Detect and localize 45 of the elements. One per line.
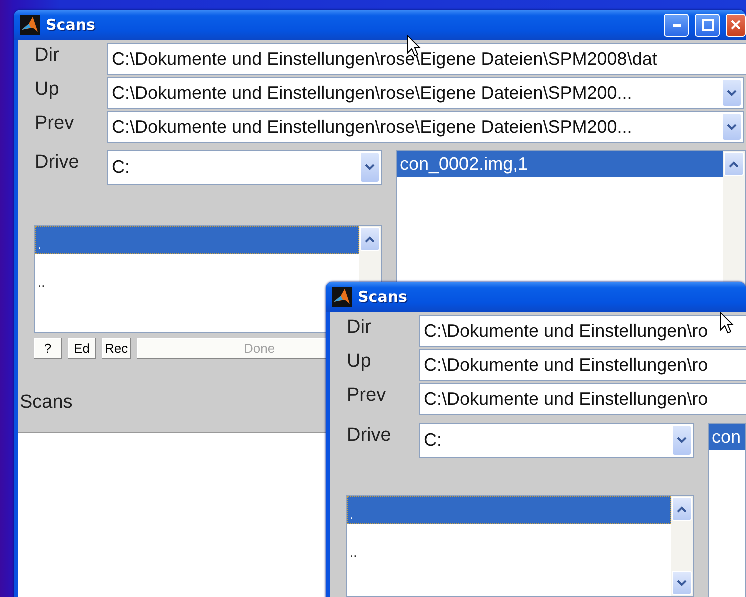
field-label: Dir [346,316,372,340]
chevron-down-icon [727,90,737,96]
chevron-up-icon [365,236,375,242]
prev-dropdown[interactable]: C:\Dokumente und Einstellungen\rose\Eigene Dateien\SPM200... [107,111,744,143]
close-icon [731,20,741,30]
file-item[interactable]: con [709,424,745,450]
chevron-down-icon [677,580,687,586]
window-title: Scans [358,288,408,306]
maximize-button[interactable] [695,14,720,36]
folder-item[interactable]: . [35,226,359,254]
scans-label: Scans [20,392,73,414]
prev-dropdown[interactable]: C:\Dokumente und Einstellungen\ro [419,383,746,415]
drive-dropdown[interactable]: C: [419,423,694,458]
dir-field[interactable]: C:\Dokumente und Einstellungen\ro [419,315,746,347]
file-item[interactable]: con_0002.img,1 [397,151,723,177]
dir-field[interactable]: C:\Dokumente und Einstellungen\rose\Eigene Dateien\SPM2008\dat [107,43,746,75]
up-dropdown[interactable]: C:\Dokumente und Einstellungen\ro [419,349,746,381]
folder-item[interactable]: .. [347,534,671,562]
scroll-bar[interactable] [671,496,693,596]
action-button[interactable]: Rec [102,338,132,359]
field-label: Prev [346,384,388,408]
minimize-icon [672,24,680,26]
folder-item[interactable]: . [347,496,671,524]
folder-item[interactable]: .. [35,264,359,292]
app-logo-icon [332,287,352,307]
app-logo-icon [20,15,40,35]
field-label: Prev [34,112,76,136]
chevron-up-icon [677,506,687,512]
action-button[interactable]: ? [34,338,62,359]
field-label: Drive [34,151,80,175]
drive-dropdown[interactable]: C: [107,150,382,185]
field-label: Dir [34,44,60,68]
window-title: Scans [46,16,96,34]
chevron-down-icon [727,124,737,130]
chevron-up-icon [729,160,739,168]
field-label: Drive [346,424,392,448]
close-button[interactable] [726,14,746,36]
chevron-down-icon [677,437,687,444]
action-button[interactable]: Ed [68,338,96,359]
field-label: Up [34,78,60,102]
cursor-icon [720,312,734,334]
maximize-icon [702,19,714,31]
minimize-button[interactable] [664,14,689,36]
chevron-down-icon [365,164,375,171]
up-dropdown[interactable]: C:\Dokumente und Einstellungen\rose\Eigene Dateien\SPM200... [107,77,744,109]
